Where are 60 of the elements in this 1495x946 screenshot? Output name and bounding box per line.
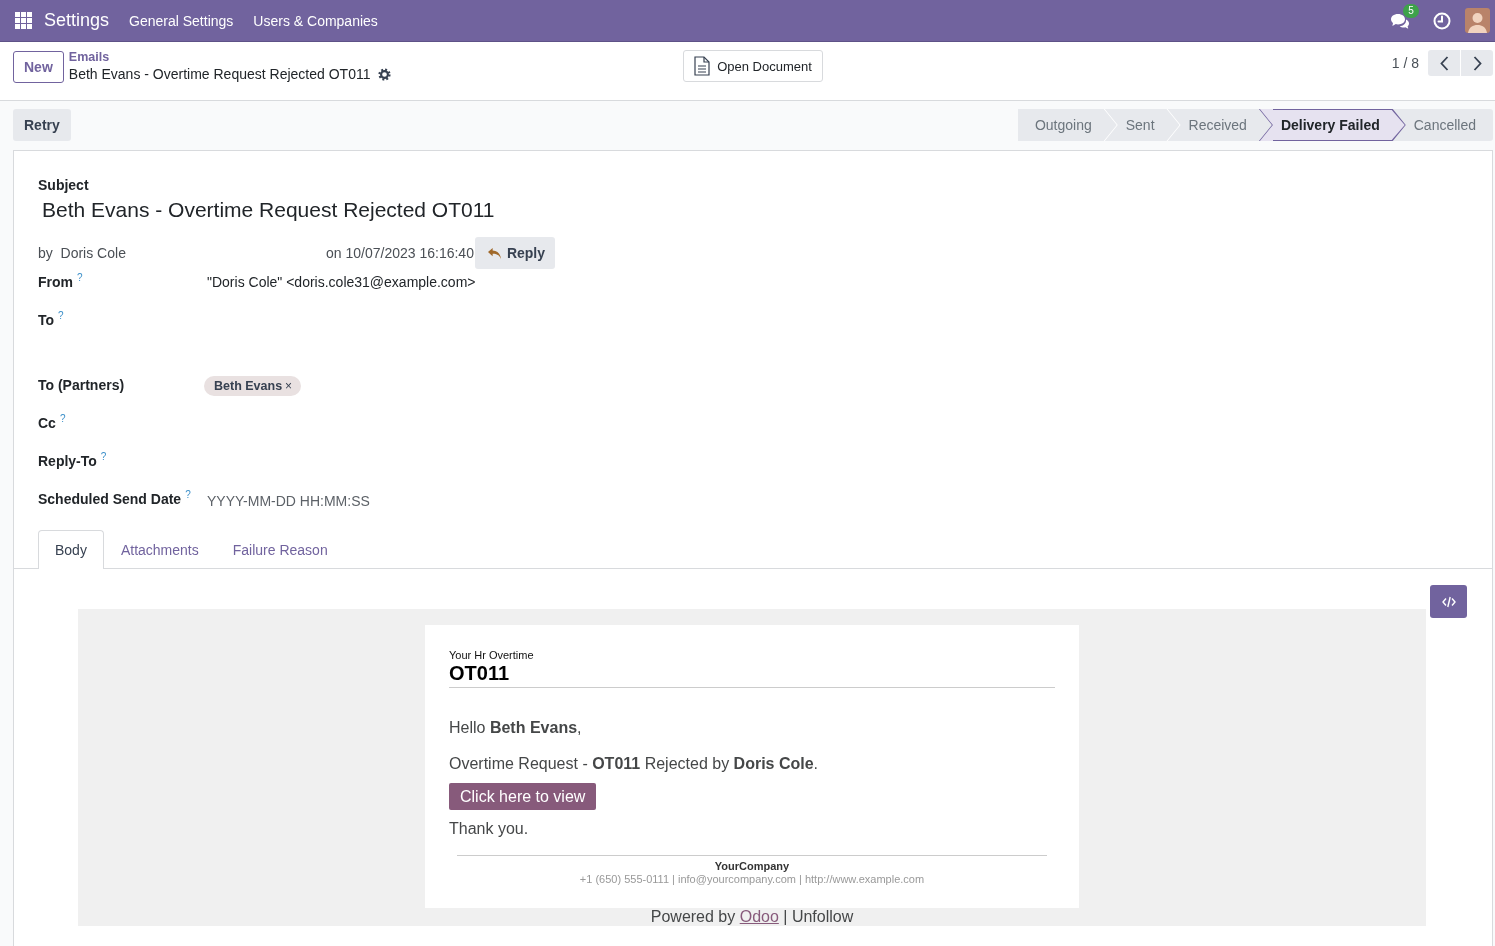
field-value: "Doris Cole" <doris.cole31@example.com> — [207, 274, 476, 290]
tab[interactable]: Attachments — [103, 530, 216, 568]
menu-item[interactable]: Users & Companies — [253, 12, 378, 29]
breadcrumb-link[interactable]: Emails — [68, 50, 392, 65]
help-mark: ? — [59, 413, 66, 425]
tab[interactable]: Failure Reason — [215, 530, 345, 568]
remove-tag-button[interactable]: × — [285, 379, 293, 393]
field-label: To — [38, 311, 55, 330]
status-stage[interactable]: Outgoing — [1017, 109, 1118, 141]
notification-badge: 5 — [1403, 3, 1419, 18]
code-icon — [1441, 595, 1456, 608]
date-text: on 10/07/2023 16:16:40 — [326, 245, 474, 261]
reply-button[interactable]: Reply — [474, 237, 556, 269]
record-title: Beth Evans - Overtime Request Rejected OT011 — [68, 65, 371, 83]
field-label: Reply-To — [38, 452, 97, 471]
field-label: Subject — [38, 176, 90, 194]
view-button[interactable]: Click here to view — [449, 783, 597, 810]
chat-icon[interactable] — [1390, 12, 1410, 29]
next-button[interactable] — [1461, 50, 1493, 76]
retry-button[interactable]: Retry — [13, 109, 71, 141]
menu-item[interactable]: General Settings — [129, 12, 234, 29]
chevron-right-icon — [1472, 55, 1482, 71]
tag-label: Beth Evans — [214, 378, 283, 395]
pager-counter: 1 / 8 — [1391, 55, 1419, 71]
powered-by-text: Powered by Odoo | Unfollow — [650, 908, 854, 926]
thanks-text: Thank you. — [449, 819, 530, 839]
date-input-field[interactable]: YYYY-MM-DD HH:MM:SS — [207, 493, 407, 509]
reply-icon — [486, 246, 502, 260]
author-text: by Doris Cole — [38, 245, 127, 261]
field-label: Scheduled Send Date — [38, 490, 182, 509]
status-stage[interactable]: Sent — [1117, 109, 1181, 141]
field-label: Cc — [38, 414, 56, 433]
status-stage[interactable]: Delivery Failed — [1272, 109, 1406, 141]
email-title: OT011 — [449, 662, 511, 684]
clock-icon[interactable] — [1433, 11, 1451, 30]
greeting-text: Hello Beth Evans, — [449, 718, 583, 738]
status-stage[interactable]: Cancelled — [1405, 109, 1493, 141]
field-label: From — [38, 273, 73, 292]
open-document-button[interactable]: Open Document — [683, 50, 823, 82]
apps-grid-icon[interactable] — [15, 12, 32, 29]
help-mark: ? — [58, 310, 64, 322]
chevron-left-icon — [1439, 55, 1449, 71]
subject-value: Beth Evans - Overtime Request Rejected OT011 — [42, 197, 496, 223]
new-button[interactable]: New — [13, 50, 64, 83]
previous-button[interactable] — [1428, 50, 1460, 76]
code-view-button[interactable] — [1430, 585, 1467, 618]
email-subtitle: Your Hr Overtime — [449, 649, 535, 662]
app-name-link[interactable]: Settings — [44, 10, 110, 31]
company-contact: +1 (650) 555-0111 | info@yourcompany.com | http://www.example.com — [578, 873, 926, 886]
odoo-link[interactable]: Odoo — [739, 908, 779, 925]
status-stage[interactable]: Received — [1180, 109, 1273, 141]
help-mark: ? — [77, 272, 83, 284]
tab[interactable]: Body — [38, 530, 104, 569]
document-icon — [694, 56, 711, 76]
company-name: YourCompany — [713, 860, 791, 873]
message-text: Overtime Request - OT011 Rejected by Doris Cole. — [449, 754, 820, 774]
help-mark: ? — [185, 489, 191, 501]
field-label: To (Partners) — [38, 376, 125, 395]
help-mark: ? — [100, 451, 107, 463]
settings-gear-icon[interactable] — [378, 67, 392, 81]
